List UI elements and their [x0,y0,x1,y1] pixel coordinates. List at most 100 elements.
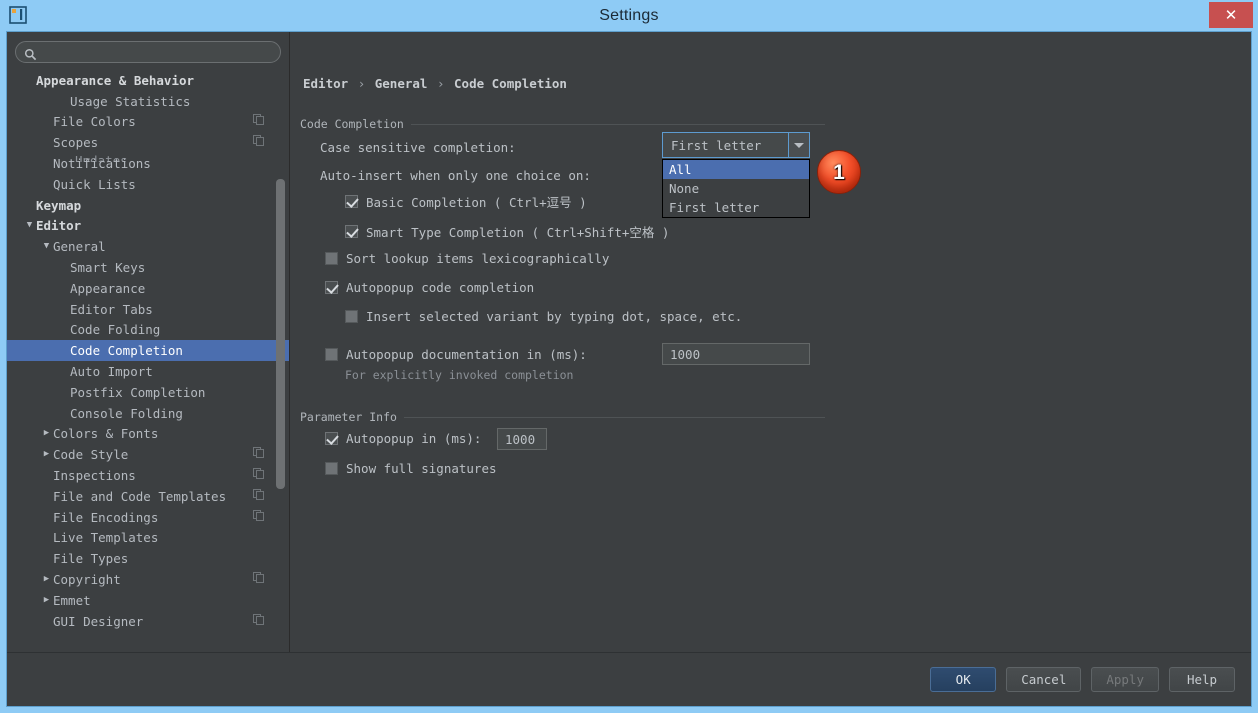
sidebar-item-emmet[interactable]: ▶Emmet [7,590,289,611]
sidebar-item-code-style[interactable]: ▶Code Style [7,444,289,465]
group-title-parameter-info: Parameter Info [300,410,404,424]
case-sensitive-label: Case sensitive completion: [320,140,516,155]
chevron-down-icon[interactable]: ▼ [23,221,36,230]
case-sensitive-dropdown[interactable]: All None First letter [662,159,810,218]
sidebar-item-general[interactable]: ▼General [7,236,289,257]
sidebar-item-label: Copyright [53,572,253,587]
checkbox-indicator[interactable] [325,252,338,265]
checkbox-indicator[interactable] [345,225,358,238]
sidebar-item-label: Code Completion [70,343,253,358]
step-badge-1: 1 [817,150,861,194]
checkbox-indicator[interactable] [345,195,358,208]
sidebar-item-code-completion[interactable]: Code Completion [7,340,289,361]
checkbox-basic-completion[interactable]: Basic Completion ( Ctrl+逗号 ) [345,192,587,211]
checkbox-smart-type-completion[interactable]: Smart Type Completion ( Ctrl+Shift+空格 ) [345,222,669,241]
breadcrumb-part-2: Code Completion [454,76,567,91]
sidebar-item-live-templates[interactable]: Live Templates [7,528,289,549]
checkbox-indicator[interactable] [325,348,338,361]
checkbox-autopopup-code-completion[interactable]: Autopopup code completion [325,280,534,295]
copy-icon[interactable] [253,135,269,150]
sidebar-item-editor-tabs[interactable]: Editor Tabs [7,299,289,320]
help-button[interactable]: Help [1169,667,1235,692]
copy-icon[interactable] [253,468,269,483]
group-title-code-completion: Code Completion [300,117,411,131]
dialog-body: Updates Appearance & BehaviorUsage Stati… [7,32,1251,652]
sidebar-item-label: File Colors [53,114,253,129]
dropdown-option-none[interactable]: None [663,179,809,198]
sidebar-item-file-colors[interactable]: File Colors [7,112,289,133]
sidebar-item-auto-import[interactable]: Auto Import [7,361,289,382]
sidebar-item-scopes[interactable]: Scopes [7,132,289,153]
sidebar-item-file-and-code-templates[interactable]: File and Code Templates [7,486,289,507]
tree-rows: Appearance & Behavior Usage Statistics Fil… [7,70,289,632]
ok-button[interactable]: OK [930,667,996,692]
sidebar-item-usage-statistics[interactable]: Usage Statistics [7,91,289,112]
case-sensitive-combo[interactable]: First letter [662,132,810,158]
checkbox-label: Autopopup in (ms): [346,431,481,446]
close-icon[interactable]: ✕ [1209,2,1253,28]
breadcrumb-part-1[interactable]: General [375,76,428,91]
sidebar-item-notifications[interactable]: Notifications [7,153,289,174]
chevron-right-icon[interactable]: ▶ [40,429,53,438]
sidebar-item-label: General [53,239,253,254]
autopopup-documentation-input[interactable]: 1000 [662,343,810,365]
cancel-button[interactable]: Cancel [1006,667,1081,692]
chevron-right-icon[interactable]: ▶ [40,575,53,584]
title-bar: Settings ✕ [0,0,1258,31]
autopopup-documentation-hint: For explicitly invoked completion [345,368,573,382]
copy-icon[interactable] [253,114,269,129]
sidebar-item-gui-designer[interactable]: GUI Designer [7,611,289,632]
sidebar-item-label: File Types [53,551,253,566]
sidebar-item-colors-fonts[interactable]: ▶Colors & Fonts [7,424,289,445]
checkbox-insert-selected-variant[interactable]: Insert selected variant by typing dot, s… [345,309,742,324]
copy-icon[interactable] [253,572,269,587]
search-input[interactable] [37,44,272,60]
copy-icon[interactable] [253,447,269,462]
copy-icon[interactable] [253,510,269,525]
dropdown-option-first-letter[interactable]: First letter [663,198,809,217]
checkbox-sort-lookup-items[interactable]: Sort lookup items lexicographically [325,251,609,266]
sidebar-item-keymap[interactable]: Keymap [7,195,289,216]
sidebar-item-inspections[interactable]: Inspections [7,465,289,486]
sidebar-item-smart-keys[interactable]: Smart Keys [7,257,289,278]
checkbox-indicator[interactable] [325,432,338,445]
checkbox-show-full-signatures[interactable]: Show full signatures [325,461,497,476]
parameter-autopopup-input[interactable]: 1000 [497,428,547,450]
checkbox-indicator[interactable] [325,462,338,475]
chevron-right-icon[interactable]: ▶ [40,450,53,459]
chevron-down-icon[interactable] [788,133,809,157]
sidebar-scrollbar-thumb[interactable] [276,179,285,489]
sidebar-item-appearance[interactable]: Appearance [7,278,289,299]
sidebar-item-console-folding[interactable]: Console Folding [7,403,289,424]
breadcrumb-separator: › [356,76,368,91]
sidebar-item-label: Scopes [53,135,253,150]
search-box[interactable] [15,41,281,63]
chevron-down-icon[interactable]: ▼ [40,242,53,251]
sidebar-item-appearance-behavior[interactable]: Appearance & Behavior [7,70,289,91]
checkbox-label: Autopopup code completion [346,280,534,295]
sidebar-item-label: Smart Keys [70,260,253,275]
combo-selected-value: First letter [663,138,788,153]
sidebar-item-file-types[interactable]: File Types [7,548,289,569]
sidebar-item-quick-lists[interactable]: Quick Lists [7,174,289,195]
sidebar-item-label: File and Code Templates [53,489,253,504]
sidebar-item-postfix-completion[interactable]: Postfix Completion [7,382,289,403]
checkbox-label: Autopopup documentation in (ms): [346,347,587,362]
sidebar-item-code-folding[interactable]: Code Folding [7,320,289,341]
checkbox-indicator[interactable] [345,310,358,323]
copy-icon[interactable] [253,489,269,504]
sidebar-item-label: Appearance [70,281,253,296]
breadcrumb: Editor › General › Code Completion [303,76,567,91]
dropdown-option-all[interactable]: All [663,160,809,179]
sidebar-item-file-encodings[interactable]: File Encodings [7,507,289,528]
breadcrumb-part-0[interactable]: Editor [303,76,348,91]
sidebar-item-editor[interactable]: ▼Editor [7,216,289,237]
sidebar-item-label: Appearance & Behavior [36,73,253,88]
window-title: Settings [0,7,1258,25]
sidebar-item-copyright[interactable]: ▶Copyright [7,569,289,590]
checkbox-autopopup-documentation[interactable]: Autopopup documentation in (ms): [325,347,587,362]
chevron-right-icon[interactable]: ▶ [40,596,53,605]
checkbox-parameter-autopopup[interactable]: Autopopup in (ms): [325,431,481,446]
copy-icon[interactable] [253,614,269,629]
checkbox-indicator[interactable] [325,281,338,294]
